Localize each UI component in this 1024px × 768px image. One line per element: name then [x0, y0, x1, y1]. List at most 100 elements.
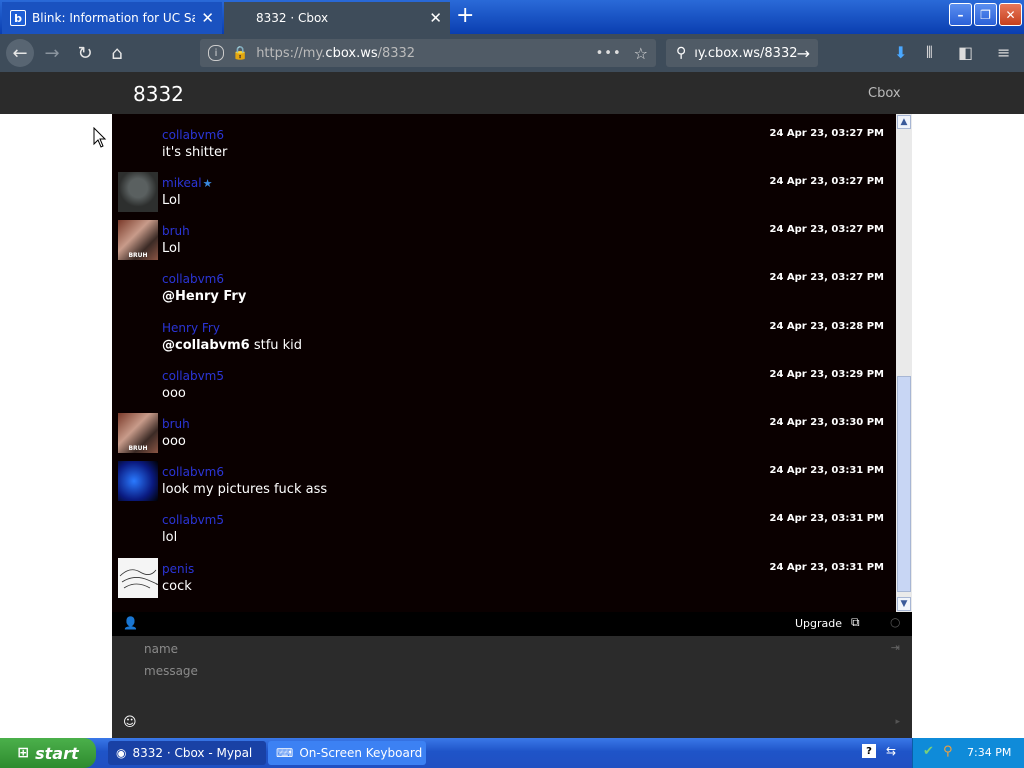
window-controls: – ❐ ✕ — [949, 3, 1022, 26]
bookmark-star-icon[interactable]: ☆ — [634, 44, 648, 63]
search-tray-icon[interactable]: ⚲ — [943, 744, 953, 759]
windows-flag-icon: ⊞ — [17, 745, 30, 761]
scroll-thumb[interactable] — [897, 376, 911, 592]
back-button[interactable]: ← — [6, 39, 34, 67]
tab-close-icon[interactable]: ✕ — [429, 9, 442, 27]
mypal-icon: ◉ — [116, 746, 127, 760]
search-go-icon[interactable]: → — [797, 44, 810, 63]
message-timestamp: 24 Apr 23, 03:27 PM — [769, 128, 885, 139]
maximize-button[interactable]: ❐ — [974, 3, 997, 26]
message-text: Lol — [162, 241, 181, 256]
search-bar[interactable]: ⚲ ıy.cbox.ws/8332 → — [666, 39, 818, 67]
tab-cbox[interactable]: 8332 · Cbox ✕ — [224, 2, 450, 34]
search-text[interactable]: ıy.cbox.ws/8332 — [694, 46, 796, 61]
close-window-button[interactable]: ✕ — [999, 3, 1022, 26]
start-button[interactable]: ⊞ start — [0, 738, 96, 768]
avatar-tag: BRUH — [128, 252, 148, 259]
minimize-button[interactable]: – — [949, 3, 972, 26]
message-timestamp: 24 Apr 23, 03:30 PM — [769, 417, 885, 428]
tab-blink[interactable]: b Blink: Information for UC San Diego ✕ — [2, 2, 222, 34]
help-icon[interactable]: ? — [862, 744, 876, 758]
username-text: mikeal — [162, 176, 202, 190]
url-prefix: https://my. — [256, 45, 326, 61]
send-icon[interactable]: ▸ — [895, 717, 900, 727]
reload-button[interactable]: ↻ — [71, 39, 99, 67]
message-username[interactable]: bruh — [162, 224, 190, 238]
chat-scrollbar[interactable]: ▲ ▼ — [896, 114, 912, 612]
clock[interactable]: 7:34 PM — [967, 746, 1011, 759]
avatar — [118, 172, 158, 212]
list-item: Henry Fry @collabvm6 stfu kid 24 Apr 23,… — [112, 321, 896, 369]
message-text: ooo — [162, 434, 186, 449]
list-item: penis cock 24 Apr 23, 03:31 PM — [112, 558, 896, 610]
message-username[interactable]: collabvm5 — [162, 513, 224, 527]
taskbar-item-label: 8332 · Cbox - Mypal — [132, 746, 253, 760]
message-username[interactable]: collabvm5 — [162, 369, 224, 383]
list-item: collabvm6 it's shitter 24 Apr 23, 03:27 … — [112, 128, 896, 176]
message-timestamp: 24 Apr 23, 03:31 PM — [769, 562, 885, 573]
taskbar-item-mypal[interactable]: ◉ 8332 · Cbox - Mypal — [108, 741, 266, 765]
url-text[interactable]: https://my.cbox.ws/8332 — [256, 46, 595, 61]
url-path: /8332 — [377, 45, 416, 61]
message-username[interactable]: penis — [162, 562, 194, 576]
mention[interactable]: @collabvm6 — [162, 338, 250, 353]
message-timestamp: 24 Apr 23, 03:27 PM — [769, 176, 885, 187]
message-text: look my pictures fuck ass — [162, 482, 328, 497]
avatar — [118, 558, 159, 598]
forward-button[interactable]: → — [38, 39, 66, 67]
cbox-toolbar: 👤 Upgrade ⧉ ○ — [112, 612, 912, 636]
message-username[interactable]: collabvm6 — [162, 128, 224, 142]
page-title: 8332 — [133, 82, 184, 106]
lock-icon: 🔒 — [232, 45, 249, 61]
start-label: start — [35, 743, 79, 763]
login-icon[interactable]: ⇥ — [891, 641, 900, 654]
message-field[interactable] — [142, 660, 886, 682]
emoji-icon[interactable]: ☺ — [123, 715, 137, 730]
search-icon: ⚲ — [676, 45, 687, 61]
message-username[interactable]: collabvm6 — [162, 272, 224, 286]
message-username[interactable]: mikeal★ — [162, 176, 213, 190]
avatar: BRUH — [118, 220, 158, 260]
new-tab-button[interactable]: + — [456, 5, 474, 27]
post-form: ⇥ ☺ ▸ — [112, 636, 912, 738]
network-icon[interactable]: ⇆ — [886, 744, 896, 758]
list-item: collabvm5 lol 24 Apr 23, 03:31 PM — [112, 513, 896, 561]
avatar: BRUH — [118, 413, 158, 453]
user-icon[interactable]: 👤 — [123, 616, 138, 630]
keyboard-icon: ⌨ — [276, 746, 294, 760]
message-timestamp: 24 Apr 23, 03:31 PM — [769, 513, 885, 524]
message-username[interactable]: Henry Fry — [162, 321, 220, 335]
avatar-tag: BRUH — [128, 445, 148, 452]
message-timestamp: 24 Apr 23, 03:27 PM — [769, 272, 885, 283]
avatar — [118, 461, 158, 501]
scroll-up-button[interactable]: ▲ — [897, 115, 911, 129]
message-text: lol — [162, 530, 178, 545]
taskbar-item-keyboard[interactable]: ⌨ On-Screen Keyboard — [268, 741, 426, 765]
upgrade-link[interactable]: Upgrade — [795, 617, 842, 630]
blink-favicon-icon: b — [10, 10, 26, 26]
list-item: collabvm6 @Henry Fry 24 Apr 23, 03:27 PM — [112, 272, 896, 320]
message-timestamp: 24 Apr 23, 03:29 PM — [769, 369, 885, 380]
page-actions-icon[interactable]: ••• — [596, 46, 622, 61]
scroll-down-button[interactable]: ▼ — [897, 597, 911, 611]
tab-close-icon[interactable]: ✕ — [201, 9, 214, 27]
system-tray: ✔ ⚲ 7:34 PM — [912, 738, 1024, 768]
popout-icon[interactable]: ⧉ — [851, 615, 860, 630]
url-bar[interactable]: i 🔒 https://my.cbox.ws/8332 ••• ☆ — [200, 39, 656, 67]
download-icon[interactable]: ⬇ — [894, 43, 907, 62]
menu-icon[interactable]: ≡ — [997, 43, 1010, 62]
message-username[interactable]: collabvm6 — [162, 465, 224, 479]
refresh-icon[interactable]: ○ — [890, 615, 900, 629]
security-icon[interactable]: ✔ — [923, 744, 934, 759]
library-icon[interactable]: ⫴ — [926, 43, 933, 63]
message-text: cock — [162, 579, 192, 594]
sidebar-icon[interactable]: ◧ — [958, 43, 973, 62]
scribble-avatar-icon — [119, 569, 159, 589]
message-username[interactable]: bruh — [162, 417, 190, 431]
name-field[interactable] — [142, 638, 886, 660]
home-button[interactable]: ⌂ — [103, 39, 131, 67]
mention[interactable]: @Henry Fry — [162, 289, 246, 304]
info-icon[interactable]: i — [208, 45, 224, 61]
cbox-brand-link[interactable]: Cbox — [868, 86, 901, 101]
list-item: collabvm6 look my pictures fuck ass 24 A… — [112, 461, 896, 513]
